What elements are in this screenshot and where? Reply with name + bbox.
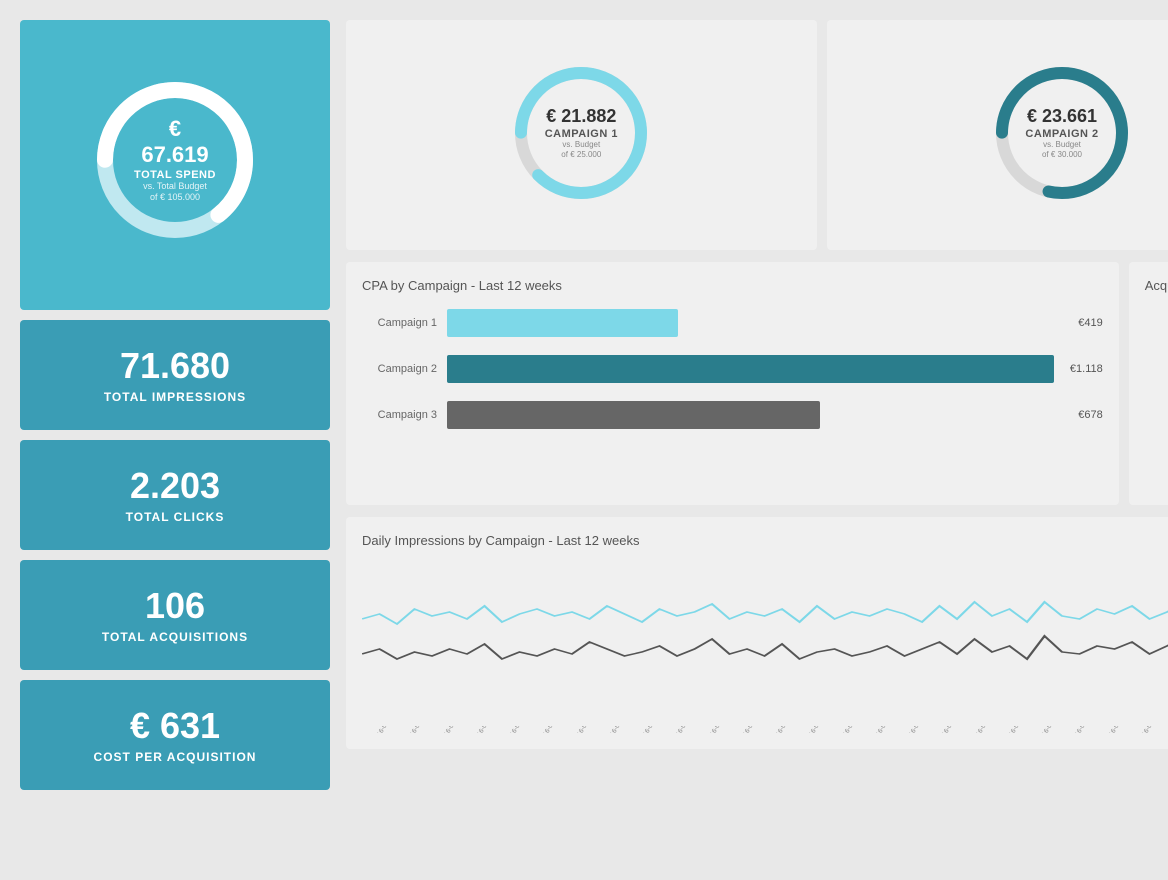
bar-value-1: €419 [1078,317,1102,329]
campaign-2-sub2: of € 30.000 [1025,150,1098,160]
total-spend-donut: € 67.619 TOTAL SPEND vs. Total Budget of… [90,75,260,245]
total-spend-card: € 67.619 TOTAL SPEND vs. Total Budget of… [20,20,330,310]
sidebar: € 67.619 TOTAL SPEND vs. Total Budget of… [20,20,330,860]
acquisitions-chart-title: Acquisitions by Campaign - Last 12 weeks [1145,278,1168,293]
daily-impressions-title: Daily Impressions by Campaign - Last 12 … [362,533,1168,548]
impressions-box: 71.680 TOTAL IMPRESSIONS [20,320,330,430]
bar-row-2: Campaign 2 €1.118 [362,355,1103,383]
campaign-2-name: CAMPAIGN 2 [1025,127,1098,139]
acquisitions-number: 106 [145,586,205,626]
pie-container: 54 32 20 [1145,309,1168,489]
cpa-box: € 631 COST PER ACQUISITION [20,680,330,790]
bar-fill-2 [447,355,1054,383]
total-spend-amount: € 67.619 [133,116,218,169]
total-spend-label: TOTAL SPEND [133,169,218,181]
cpa-chart-title: CPA by Campaign - Last 12 weeks [362,278,1103,293]
campaign-2-card: € 23.661 CAMPAIGN 2 vs. Budget of € 30.0… [827,20,1168,250]
bar-value-2: €1.118 [1070,363,1103,375]
bar-row-1: Campaign 1 €419 [362,309,1103,337]
cpa-bar-chart: Campaign 1 €419 Campaign 2 €1.118 Campai… [362,309,1103,429]
bar-row-3: Campaign 3 €678 [362,401,1103,429]
acquisitions-box: 106 TOTAL ACQUISITIONS [20,560,330,670]
campaign-2-sub1: vs. Budget [1025,139,1098,149]
bar-track-2 [447,355,1054,383]
campaign-1-name: CAMPAIGN 1 [545,127,618,139]
campaign-1-donut: € 21.882 CAMPAIGN 1 vs. Budget of € 25.0… [506,58,656,208]
clicks-number: 2.203 [130,466,220,506]
impressions-label: TOTAL IMPRESSIONS [104,390,246,404]
campaign-2-amount: € 23.661 [1025,106,1098,128]
campaign-1-amount: € 21.882 [545,106,618,128]
bar-track-1 [447,309,1062,337]
bar-value-3: €678 [1078,409,1102,421]
bar-fill-1 [447,309,678,337]
acquisitions-label: TOTAL ACQUISITIONS [102,630,248,644]
impressions-number: 71.680 [120,346,230,386]
bar-label-1: Campaign 1 [362,317,437,329]
clicks-label: TOTAL CLICKS [126,510,225,524]
cpa-label: COST PER ACQUISITION [94,750,257,764]
campaign-1-sub2: of € 25.000 [545,150,618,160]
line-chart-area [362,564,1168,724]
bar-track-3 [447,401,1062,429]
total-spend-sublabel2: of € 105.000 [133,192,218,204]
cpa-number: € 631 [130,706,220,746]
total-spend-sublabel1: vs. Total Budget [133,181,218,193]
campaign-1-sub1: vs. Budget [545,139,618,149]
middle-row: CPA by Campaign - Last 12 weeks Campaign… [346,262,1168,505]
bar-label-3: Campaign 3 [362,409,437,421]
campaign-row: € 21.882 CAMPAIGN 1 vs. Budget of € 25.0… [346,20,1168,250]
bar-label-2: Campaign 2 [362,363,437,375]
campaign-2-donut: € 23.661 CAMPAIGN 2 vs. Budget of € 30.0… [987,58,1137,208]
cpa-chart-box: CPA by Campaign - Last 12 weeks Campaign… [346,262,1119,505]
daily-impressions-box: Daily Impressions by Campaign - Last 12 … [346,517,1168,749]
campaign-1-card: € 21.882 CAMPAIGN 1 vs. Budget of € 25.0… [346,20,817,250]
acquisitions-chart-box: Acquisitions by Campaign - Last 12 weeks [1129,262,1168,505]
main-content: € 21.882 CAMPAIGN 1 vs. Budget of € 25.0… [346,20,1168,860]
bar-fill-3 [447,401,820,429]
clicks-box: 2.203 TOTAL CLICKS [20,440,330,550]
